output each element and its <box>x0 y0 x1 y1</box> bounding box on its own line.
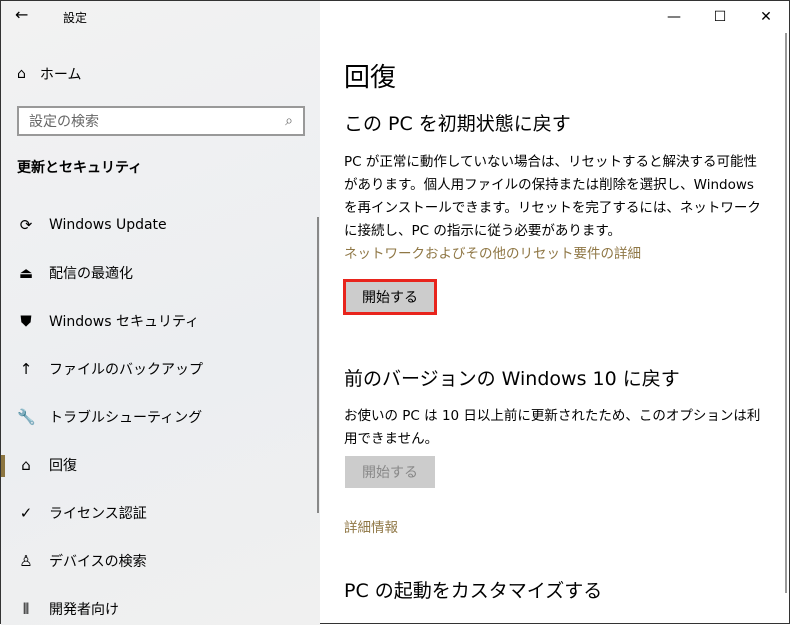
sidebar-item-label: トラブルシューティング <box>49 410 203 426</box>
back-arrow-icon[interactable]: ← <box>15 5 28 24</box>
reset-heading: この PC を初期状態に戻す <box>344 113 571 135</box>
wrench-icon: 🔧 <box>17 408 36 426</box>
upload-arrow-icon: ↑ <box>19 360 33 378</box>
reset-start-button[interactable]: 開始する <box>343 279 437 315</box>
developer-tools-icon: ⫴ <box>22 600 30 618</box>
sidebar-item-label: ファイルのバックアップ <box>49 362 203 378</box>
reset-description: PC が正常に動作していない場合は、リセットすると解決する可能性があります。個人… <box>344 154 761 239</box>
page-title: 回復 <box>344 63 397 93</box>
rollback-description: お使いの PC は 10 日以上前に更新されたため、このオプションは利用できませ… <box>344 408 761 447</box>
sidebar-item-activation[interactable]: ✓ ライセンス認証 <box>1 489 320 537</box>
shield-icon: ⛊ <box>20 312 32 330</box>
sidebar-item-label: 配信の最適化 <box>49 266 133 282</box>
main-content: — ☐ ✕ 回復 この PC を初期状態に戻す PC が正常に動作していない場合… <box>321 1 789 625</box>
main-scrollbar[interactable] <box>785 33 787 593</box>
search-input[interactable]: 設定の検索 ⌕ <box>17 106 305 136</box>
reset-requirements-link[interactable]: ネットワークおよびその他のリセット要件の詳細 <box>344 242 641 262</box>
sidebar-item-windows-update[interactable]: ⟳ Windows Update <box>1 201 320 249</box>
sidebar-item-label: 開発者向け <box>49 602 119 618</box>
rollback-heading: 前のバージョンの Windows 10 に戻す <box>344 368 680 390</box>
sidebar-item-developers[interactable]: ⫴ 開発者向け <box>1 585 320 633</box>
sidebar-scrollbar[interactable] <box>317 217 319 513</box>
sidebar-item-delivery-optimization[interactable]: ⏏ 配信の最適化 <box>1 249 320 297</box>
more-info-link[interactable]: 詳細情報 <box>344 516 398 536</box>
window-controls: — ☐ ✕ <box>651 1 789 33</box>
sidebar-item-label: 回復 <box>49 458 77 474</box>
search-icon[interactable]: ⌕ <box>285 113 293 129</box>
maximize-button[interactable]: ☐ <box>697 1 743 33</box>
section-heading: 更新とセキュリティ <box>17 160 143 176</box>
close-button[interactable]: ✕ <box>743 1 789 33</box>
startup-heading: PC の起動をカスタマイズする <box>344 580 603 602</box>
sidebar-item-label: ライセンス認証 <box>49 506 147 522</box>
sidebar-nav: ⟳ Windows Update ⏏ 配信の最適化 ⛊ Windows セキュリティ … <box>1 201 320 633</box>
home-label: ホーム <box>39 67 82 83</box>
app-title: 設定 <box>63 11 88 25</box>
sidebar-item-label: Windows Update <box>49 217 167 233</box>
sidebar-item-backup[interactable]: ↑ ファイルのバックアップ <box>1 345 320 393</box>
sidebar-item-windows-security[interactable]: ⛊ Windows セキュリティ <box>1 297 320 345</box>
sidebar-item-label: デバイスの検索 <box>49 554 147 570</box>
sidebar-item-label: Windows セキュリティ <box>49 314 200 330</box>
search-placeholder: 設定の検索 <box>29 114 99 130</box>
delivery-icon: ⏏ <box>18 264 34 282</box>
find-device-icon: ♙ <box>19 552 33 570</box>
sidebar-home[interactable]: ⌂ ホーム <box>17 64 81 84</box>
sidebar: ← 設定 ⌂ ホーム 設定の検索 ⌕ 更新とセキュリティ ⟳ Windows Up… <box>1 1 320 625</box>
sidebar-item-troubleshoot[interactable]: 🔧 トラブルシューティング <box>1 393 320 441</box>
sidebar-item-recovery[interactable]: ⌂ 回復 <box>1 441 320 489</box>
recovery-icon: ⌂ <box>21 456 31 474</box>
sync-icon: ⟳ <box>19 216 33 234</box>
check-circle-icon: ✓ <box>19 504 33 522</box>
minimize-button[interactable]: — <box>651 1 697 33</box>
sidebar-item-find-device[interactable]: ♙ デバイスの検索 <box>1 537 320 585</box>
home-icon: ⌂ <box>17 66 26 82</box>
rollback-start-button: 開始する <box>345 456 435 488</box>
